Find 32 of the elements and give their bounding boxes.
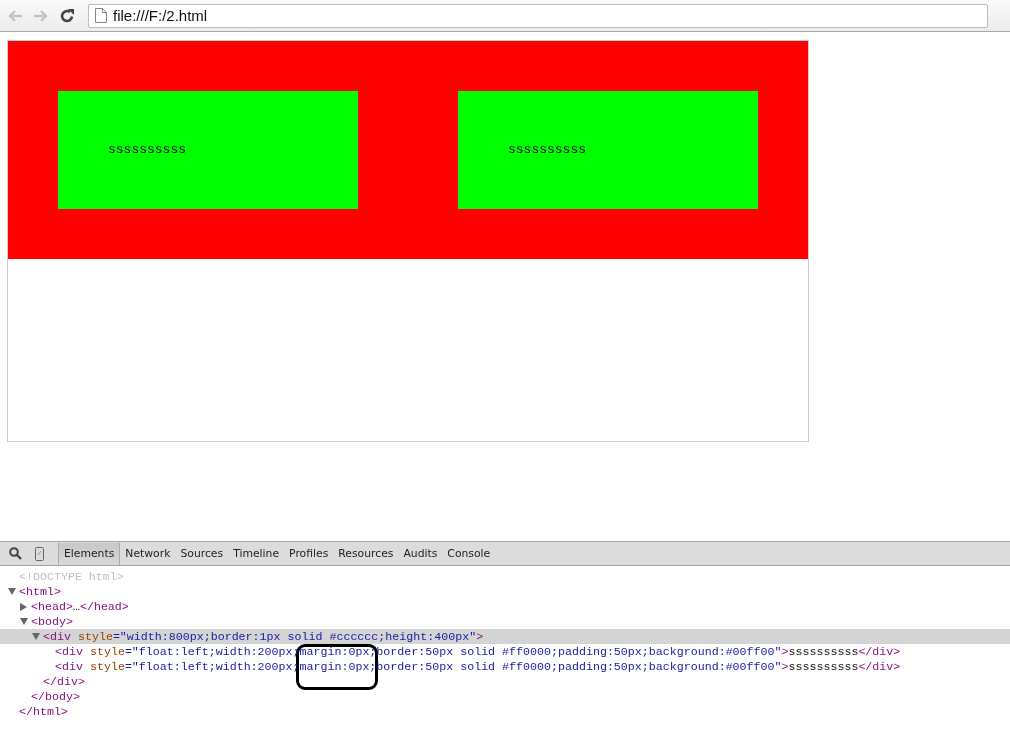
expanded-triangle-icon[interactable] (8, 588, 16, 595)
dom-row[interactable]: </html> (0, 704, 1010, 719)
bordered-box: ssssssssss (8, 41, 408, 259)
dom-line: <body> (31, 615, 73, 628)
devtools-tab[interactable]: Console (442, 542, 496, 565)
dom-row[interactable]: <div style="width:800px;border:1px solid #cccccc;height:400px"> (0, 629, 1010, 644)
devtools-tab[interactable]: Audits (398, 542, 443, 565)
bordered-box: ssssssssss (408, 41, 808, 259)
dom-row[interactable]: </div> (0, 674, 1010, 689)
dom-line: <head>…</head> (31, 600, 129, 613)
dom-row[interactable]: <body> (0, 614, 1010, 629)
expanded-triangle-icon[interactable] (32, 633, 40, 640)
dom-row[interactable]: </body> (0, 689, 1010, 704)
address-bar[interactable]: file:///F:/2.html (88, 3, 988, 28)
devtools-tab[interactable]: Profiles (284, 542, 334, 565)
collapsed-triangle-icon[interactable] (20, 602, 27, 611)
page-icon (95, 8, 107, 23)
dom-line: <!DOCTYPE html> (19, 570, 124, 583)
dom-line: </div> (43, 675, 85, 688)
dom-line: </html> (19, 705, 68, 718)
dom-line: <html> (19, 585, 61, 598)
expanded-triangle-icon[interactable] (20, 618, 28, 625)
dom-line: <div style="width:800px;border:1px solid #cccccc;height:400px"> (43, 630, 484, 643)
devtools-tab[interactable]: Elements (58, 542, 121, 565)
devtools-tab[interactable]: Network (120, 542, 176, 565)
devtools-tab[interactable]: Resources (333, 542, 399, 565)
url-text: file:///F:/2.html (113, 7, 208, 24)
dom-row[interactable]: <head>…</head> (0, 599, 1010, 614)
devtools-tab[interactable]: Timeline (228, 542, 285, 565)
dom-row[interactable]: <html> (0, 584, 1010, 599)
dom-line: </body> (31, 690, 80, 703)
devtools-tab[interactable]: Sources (175, 542, 229, 565)
